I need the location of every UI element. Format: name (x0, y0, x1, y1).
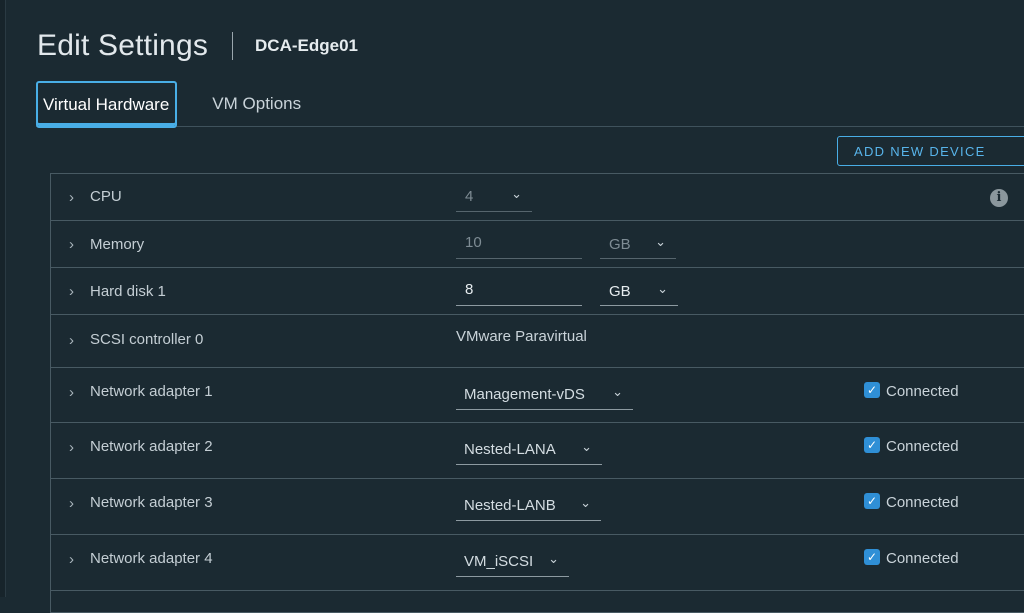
hardware-row-network-adapter-3: › Network adapter 3 Nested-LANB ⌄ ✓ Conn… (51, 479, 1024, 535)
hardware-row-network-adapter-1: › Network adapter 1 Management-vDS ⌄ ✓ C… (51, 368, 1024, 423)
connected-label: Connected (886, 383, 959, 400)
hardware-row-hard-disk: › Hard disk 1 8 GB ⌄ (51, 268, 1024, 315)
chevron-down-icon: ⌄ (657, 281, 668, 296)
dialog-header: Edit Settings DCA-Edge01 (37, 26, 358, 66)
memory-unit-select[interactable]: GB ⌄ (600, 231, 676, 259)
chevron-right-icon[interactable]: › (69, 384, 74, 401)
connected-checkbox[interactable]: ✓ (864, 493, 880, 509)
memory-label: Memory (90, 236, 145, 253)
info-icon[interactable]: i (990, 189, 1008, 207)
chevron-right-icon[interactable]: › (69, 495, 74, 512)
chevron-down-icon: ⌄ (580, 495, 591, 510)
chevron-down-icon: ⌄ (548, 551, 559, 566)
left-panel-edge (0, 0, 6, 597)
hard-disk-unit: GB (609, 283, 631, 300)
connected-label: Connected (886, 494, 959, 511)
chevron-right-icon[interactable]: › (69, 551, 74, 568)
network-adapter-label: Network adapter 1 (90, 383, 213, 400)
network-select[interactable]: VM_iSCSI ⌄ (456, 545, 569, 577)
chevron-down-icon: ⌄ (655, 234, 666, 249)
network-select[interactable]: Management-vDS ⌄ (456, 378, 633, 410)
memory-value: 10 (465, 234, 482, 251)
hardware-list: › CPU 4 ⌄ i › Memory 10 GB ⌄ › Hard disk… (50, 173, 1024, 613)
tab-virtual-hardware[interactable]: Virtual Hardware (36, 81, 178, 128)
memory-input[interactable]: 10 (456, 231, 582, 259)
network-adapter-label: Network adapter 3 (90, 494, 213, 511)
connected-checkbox[interactable]: ✓ (864, 549, 880, 565)
cpu-select[interactable]: 4 ⌄ (456, 184, 532, 212)
chevron-down-icon: ⌄ (581, 439, 592, 454)
tab-vm-options[interactable]: VM Options (212, 81, 301, 127)
hard-disk-unit-select[interactable]: GB ⌄ (600, 278, 678, 306)
cpu-label: CPU (90, 188, 122, 205)
chevron-right-icon[interactable]: › (69, 236, 74, 253)
scsi-value: VMware Paravirtual (456, 328, 587, 345)
connected-label: Connected (886, 438, 959, 455)
connected-checkbox[interactable]: ✓ (864, 382, 880, 398)
chevron-down-icon: ⌄ (511, 186, 522, 201)
hardware-row-cpu: › CPU 4 ⌄ i (51, 174, 1024, 221)
hardware-row-network-adapter-4: › Network adapter 4 VM_iSCSI ⌄ ✓ Connect… (51, 535, 1024, 591)
chevron-right-icon[interactable]: › (69, 189, 74, 206)
network-value: VM_iSCSI (464, 553, 534, 570)
network-select[interactable]: Nested-LANA ⌄ (456, 433, 602, 465)
hard-disk-input[interactable]: 8 (456, 278, 582, 306)
chevron-right-icon[interactable]: › (69, 283, 74, 300)
title-separator (232, 32, 234, 60)
chevron-right-icon[interactable]: › (69, 439, 74, 456)
network-value: Management-vDS (464, 386, 585, 403)
hard-disk-label: Hard disk 1 (90, 283, 166, 300)
network-value: Nested-LANB (464, 497, 556, 514)
memory-unit: GB (609, 236, 631, 253)
page-title: Edit Settings (37, 29, 209, 62)
hardware-row-scsi: › SCSI controller 0 VMware Paravirtual (51, 315, 1024, 368)
cpu-value: 4 (465, 188, 474, 205)
network-select[interactable]: Nested-LANB ⌄ (456, 489, 601, 521)
hardware-row-network-adapter-2: › Network adapter 2 Nested-LANA ⌄ ✓ Conn… (51, 423, 1024, 479)
network-adapter-label: Network adapter 2 (90, 438, 213, 455)
chevron-right-icon[interactable]: › (69, 332, 74, 349)
network-value: Nested-LANA (464, 441, 556, 458)
network-adapter-label: Network adapter 4 (90, 550, 213, 567)
vm-name: DCA-Edge01 (255, 36, 358, 55)
chevron-down-icon: ⌄ (612, 384, 623, 399)
add-new-device-button[interactable]: ADD NEW DEVICE (837, 136, 1024, 166)
connected-checkbox[interactable]: ✓ (864, 437, 880, 453)
scsi-label: SCSI controller 0 (90, 331, 204, 348)
hardware-row-memory: › Memory 10 GB ⌄ (51, 221, 1024, 268)
hard-disk-value: 8 (465, 281, 474, 298)
tab-bar: Virtual Hardware VM Options (36, 81, 1024, 128)
connected-label: Connected (886, 550, 959, 567)
